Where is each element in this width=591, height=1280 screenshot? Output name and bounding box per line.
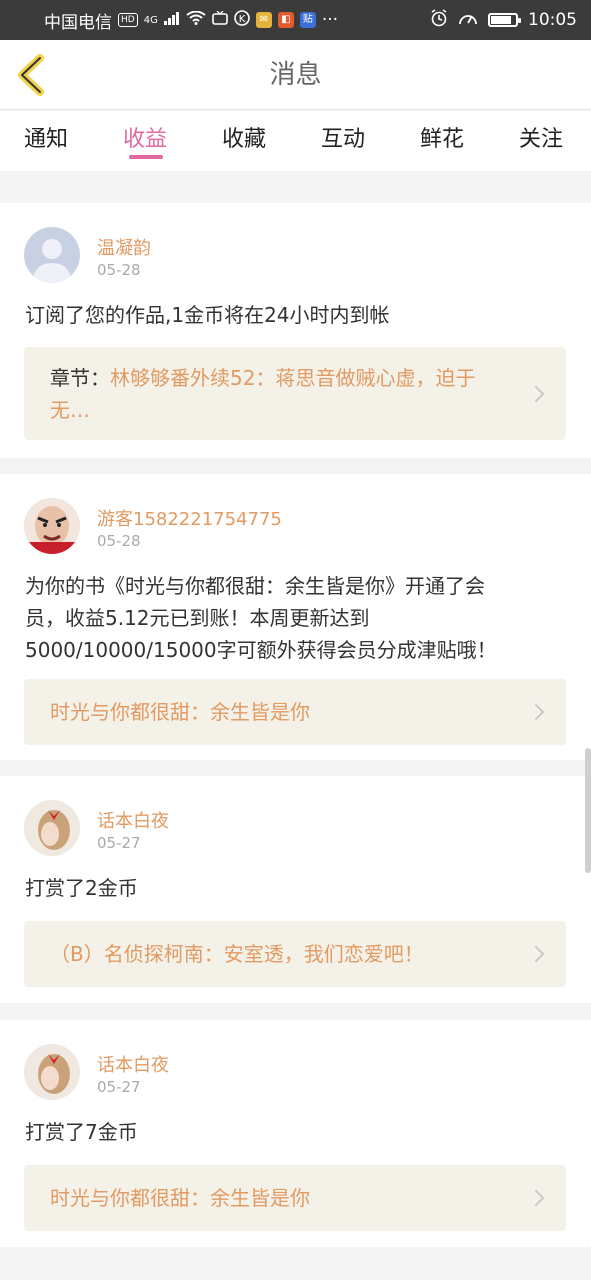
chevron-right-icon <box>527 385 545 402</box>
network-label: 4G <box>143 14 158 26</box>
book-link[interactable]: （B）名侦探柯南：安室透，我们恋爱吧！ <box>24 921 566 987</box>
avatar[interactable] <box>24 800 80 856</box>
chevron-right-icon <box>527 1189 545 1207</box>
message-date: 05-28 <box>97 261 141 279</box>
battery-icon <box>488 13 521 27</box>
tab-earnings[interactable]: 收益 <box>123 121 167 153</box>
message-text: 打赏了7金币 <box>25 1120 138 1144</box>
hd-badge: HD <box>118 13 138 27</box>
carrier-label: 中国电信 <box>44 12 112 33</box>
avatar[interactable] <box>24 498 80 554</box>
blue-app-icon: 贴 <box>299 12 316 28</box>
chapter-link[interactable]: 章节：林够够番外续52：蒋思音做贼心虚，迫于无… <box>24 347 566 440</box>
tab-bar: 通知 收益 收藏 互动 鲜花 关注 <box>0 111 591 171</box>
message-text: 订阅了您的作品,1金币将在24小时内到帐 <box>25 303 390 327</box>
message-date: 05-28 <box>97 532 141 550</box>
user-name[interactable]: 话本白夜 <box>97 807 169 833</box>
message-text: 打赏了2金币 <box>25 876 138 900</box>
tab-follows[interactable]: 关注 <box>519 121 563 153</box>
list-item: 温凝韵 05-28 订阅了您的作品,1金币将在24小时内到帐 章节：林够够番外续… <box>0 203 591 458</box>
list-item: 话本白夜 05-27 打赏了7金币 时光与你都很甜：余生皆是你 <box>0 1020 591 1247</box>
avatar[interactable] <box>24 227 80 283</box>
book-title: （B）名侦探柯南：安室透，我们恋爱吧！ <box>50 942 424 966</box>
tab-flowers[interactable]: 鲜花 <box>420 121 464 153</box>
avatar[interactable] <box>24 1044 80 1100</box>
speed-icon <box>458 9 478 32</box>
active-tab-indicator <box>129 155 163 159</box>
list-item: 话本白夜 05-27 打赏了2金币 （B）名侦探柯南：安室透，我们恋爱吧！ <box>0 776 591 1003</box>
chevron-right-icon <box>527 945 545 963</box>
svg-text:K: K <box>239 14 246 25</box>
girl-avatar-icon <box>24 1044 80 1100</box>
tab-notifications[interactable]: 通知 <box>24 121 68 153</box>
status-bar: 中国电信 HD 4G K ✉ ◧ 贴 ··· 10:05 <box>0 0 591 40</box>
book-title: 时光与你都很甜：余生皆是你 <box>50 1186 310 1210</box>
user-name[interactable]: 温凝韵 <box>97 234 151 260</box>
header-bar: 消息 <box>0 40 591 110</box>
orange-app-icon: ◧ <box>277 12 294 28</box>
book-title: 时光与你都很甜：余生皆是你 <box>50 700 310 724</box>
tv-app-icon <box>212 10 228 30</box>
scrollbar[interactable] <box>585 748 591 873</box>
chevron-right-icon <box>527 703 545 721</box>
chapter-label: 章节： <box>50 365 110 390</box>
girl-avatar-icon <box>24 800 80 856</box>
wifi-icon <box>186 10 206 30</box>
chapter-title: 林够够番外续52：蒋思音做贼心虚，迫于无… <box>50 365 476 422</box>
user-name[interactable]: 话本白夜 <box>97 1051 169 1077</box>
tab-favorites[interactable]: 收藏 <box>222 121 266 153</box>
k-app-icon: K <box>234 9 250 31</box>
clock-time: 10:05 <box>528 10 577 30</box>
mail-app-icon: ✉ <box>255 12 272 28</box>
alarm-icon <box>430 8 448 32</box>
meme-face-avatar-icon <box>24 498 80 554</box>
more-notifications: ··· <box>321 10 339 30</box>
book-link[interactable]: 时光与你都很甜：余生皆是你 <box>24 679 566 745</box>
signal-icon <box>163 10 180 30</box>
user-name[interactable]: 游客1582221754775 <box>97 505 282 531</box>
book-link[interactable]: 时光与你都很甜：余生皆是你 <box>24 1165 566 1231</box>
list-item: 游客1582221754775 05-28 为你的书《时光与你都很甜：余生皆是你… <box>0 474 591 760</box>
default-avatar-icon <box>32 239 72 283</box>
message-text: 为你的书《时光与你都很甜：余生皆是你》开通了会员，收益5.12元已到账！本周更新… <box>25 574 497 662</box>
page-title: 消息 <box>269 60 322 90</box>
message-date: 05-27 <box>97 1078 141 1096</box>
tab-interactions[interactable]: 互动 <box>321 121 365 153</box>
message-date: 05-27 <box>97 834 141 852</box>
